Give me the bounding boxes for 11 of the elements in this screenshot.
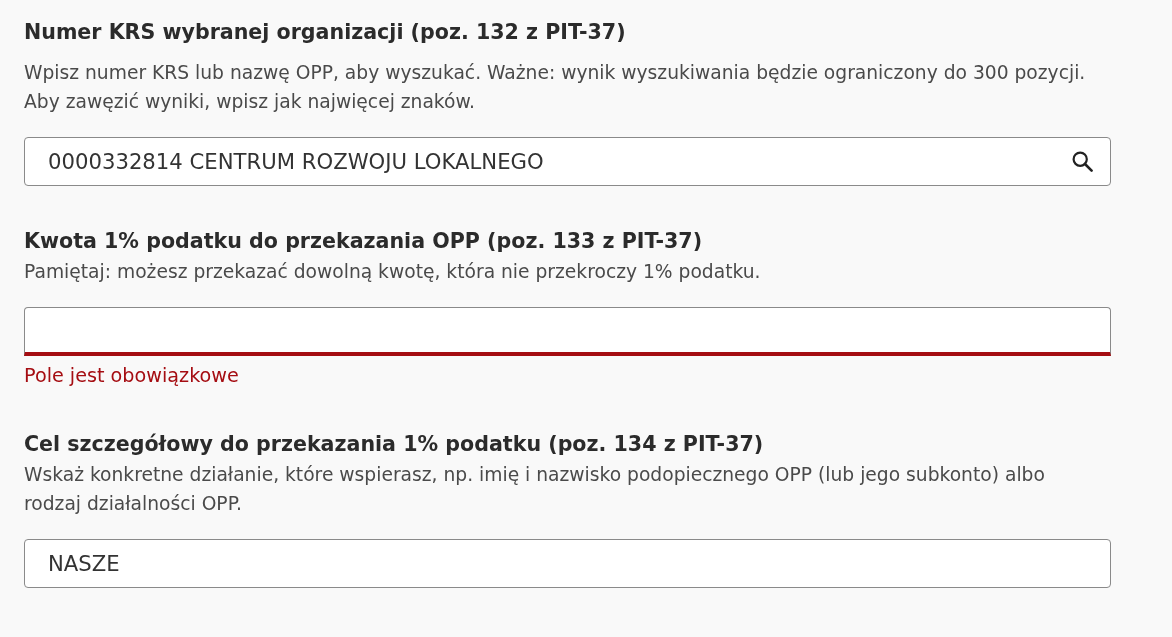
field-hint: Wskaż konkretne działanie, które wspierasz, np. imię i nazwisko podopiecznego OPP (lub jego subkonto) albo rodzaj działalności OPP. (24, 463, 1046, 516)
field-hint: Wpisz numer KRS lub nazwę OPP, aby wyszukać. Ważne: wynik wyszukiwania będzie ograniczony do 300 pozycji. Aby zawęzić wyniki, wpisz jak najwięcej znaków. (24, 61, 1087, 114)
field-label: Cel szczegółowy do przekazania 1% podatku (poz. 134 z PIT-37) (24, 431, 764, 458)
field-hint: Pamiętaj: możesz przekazać dowolną kwotę, która nie przekroczy 1% podatku. (24, 260, 761, 284)
search-field[interactable]: 0000332814 CENTRUM ROZWOJU LOKALNEGO (24, 137, 1111, 186)
input-field[interactable]: NASZE (24, 539, 1111, 588)
error-message: Pole jest obowiązkowe (24, 363, 239, 389)
field-label: Kwota 1% podatku do przekazania OPP (poz. 133 z PIT-37) (24, 228, 703, 255)
search-icon[interactable] (1072, 151, 1093, 172)
input-field[interactable] (24, 307, 1111, 356)
field-label: Numer KRS wybranej organizacji (poz. 132 z PIT-37) (24, 19, 626, 46)
